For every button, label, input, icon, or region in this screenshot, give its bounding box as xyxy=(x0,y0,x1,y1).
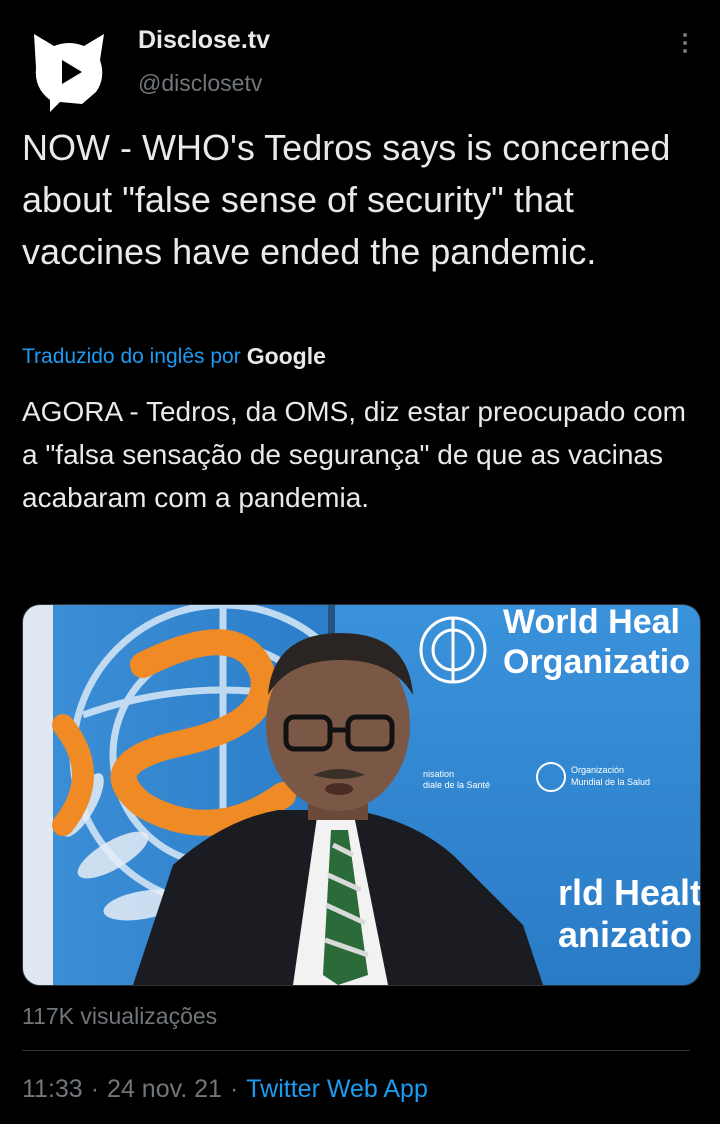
translated-text: AGORA - Tedros, da OMS, diz estar preocu… xyxy=(22,396,687,513)
user-handle[interactable]: @disclosetv xyxy=(138,70,262,97)
google-logo: Google xyxy=(246,343,326,369)
more-options-icon[interactable] xyxy=(668,26,702,60)
view-count: 117K visualizações xyxy=(22,1003,218,1029)
banner-text-3: rld Healt xyxy=(558,872,700,913)
banner-es-2: Mundial de la Salud xyxy=(571,777,650,787)
tedros-press-conference-photo: World Heal Organizatio nisation diale de… xyxy=(23,605,700,985)
separator-dot: · xyxy=(229,1075,239,1103)
separator-dot: · xyxy=(90,1075,100,1103)
banner-es-1: Organización xyxy=(571,765,624,775)
tweet-metadata: 11:33 · 24 nov. 21 · Twitter Web App xyxy=(22,1075,428,1104)
translated-by-label: Traduzido do inglês por xyxy=(22,344,241,368)
tweet-time[interactable]: 11:33 xyxy=(22,1075,83,1104)
tweet-image[interactable]: World Heal Organizatio nisation diale de… xyxy=(22,604,701,986)
tweet-text: NOW - WHO's Tedros says is concerned abo… xyxy=(22,127,671,272)
avatar[interactable] xyxy=(20,20,118,118)
banner-text-4: anizatio xyxy=(558,914,692,955)
display-name[interactable]: Disclose.tv xyxy=(138,26,270,55)
divider xyxy=(22,1050,690,1051)
play-cat-logo-icon xyxy=(34,34,104,112)
tweet-date[interactable]: 24 nov. 21 xyxy=(107,1075,222,1104)
banner-fr-2: diale de la Santé xyxy=(423,780,490,790)
banner-fr-1: nisation xyxy=(423,769,454,779)
translation-attribution[interactable]: Traduzido do inglês por Google xyxy=(22,343,326,370)
source-app-link[interactable]: Twitter Web App xyxy=(246,1075,428,1104)
banner-text-2: Organizatio xyxy=(503,643,690,681)
banner-text-1: World Heal xyxy=(503,605,680,641)
